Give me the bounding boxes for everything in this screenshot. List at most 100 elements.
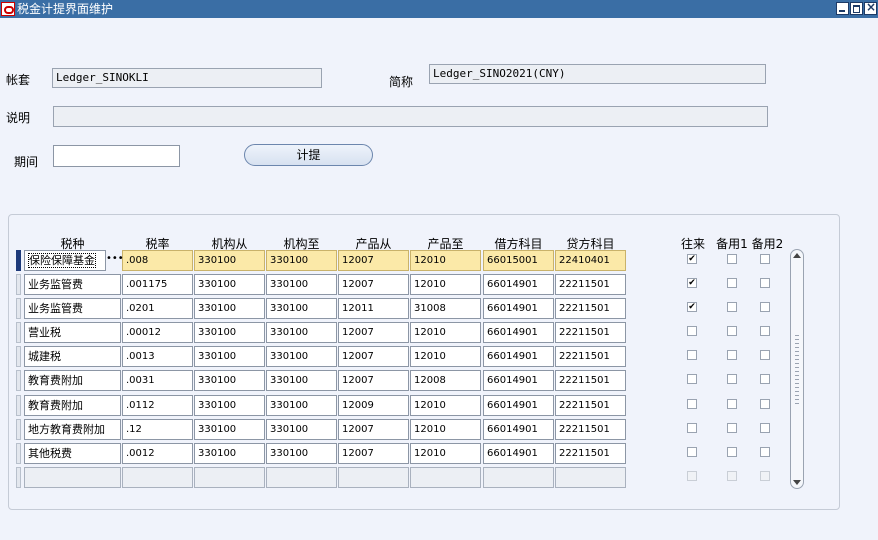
org-to-cell[interactable]: 330100 [266,346,337,367]
scroll-up-icon[interactable] [793,253,801,258]
product-to-cell[interactable]: 12010 [410,443,481,464]
debit-account-cell[interactable]: 66014901 [483,298,554,319]
spare2-checkbox[interactable] [760,350,770,360]
product-to-cell[interactable]: 12010 [410,419,481,440]
row-selector[interactable] [16,346,21,367]
org-to-cell[interactable]: 330100 [266,370,337,391]
product-from-cell[interactable]: 12007 [338,322,409,343]
debit-account-cell[interactable]: 66014901 [483,346,554,367]
org-to-cell[interactable]: 330100 [266,250,337,271]
maximize-icon[interactable] [850,2,863,15]
org-to-cell[interactable]: 330100 [266,419,337,440]
minimize-icon[interactable] [836,2,849,15]
product-to-cell[interactable]: 12010 [410,274,481,295]
tax-type-cell[interactable]: 业务监管费 [24,274,121,295]
intercompany-checkbox[interactable] [687,326,697,336]
credit-account-cell[interactable]: 22211501 [555,443,626,464]
rate-cell[interactable]: .0013 [122,346,193,367]
row-selector[interactable] [16,467,21,488]
tax-type-cell[interactable]: 其他税费 [24,443,121,464]
spare2-checkbox[interactable] [760,423,770,433]
product-from-cell[interactable]: 12007 [338,274,409,295]
product-to-cell[interactable]: 12010 [410,346,481,367]
org-from-cell[interactable]: 330100 [194,298,265,319]
debit-account-cell[interactable]: 66015001 [483,250,554,271]
org-from-cell[interactable] [194,467,265,488]
rate-cell[interactable]: .0112 [122,395,193,416]
intercompany-checkbox[interactable] [687,302,697,312]
scroll-down-icon[interactable] [793,480,801,485]
spare1-checkbox[interactable] [727,423,737,433]
debit-account-cell[interactable]: 66014901 [483,274,554,295]
credit-account-cell[interactable]: 22211501 [555,419,626,440]
rate-cell[interactable]: .0012 [122,443,193,464]
row-selector[interactable] [16,298,21,319]
org-from-cell[interactable]: 330100 [194,395,265,416]
org-to-cell[interactable]: 330100 [266,322,337,343]
product-from-cell[interactable]: 12007 [338,370,409,391]
spare2-checkbox[interactable] [760,254,770,264]
intercompany-checkbox[interactable] [687,278,697,288]
credit-account-cell[interactable]: 22211501 [555,322,626,343]
org-to-cell[interactable]: 330100 [266,443,337,464]
spare2-checkbox[interactable] [760,374,770,384]
org-from-cell[interactable]: 330100 [194,443,265,464]
tax-type-cell[interactable]: 营业税 [24,322,121,343]
org-from-cell[interactable]: 330100 [194,274,265,295]
spare2-checkbox[interactable] [760,399,770,409]
debit-account-cell[interactable]: 66014901 [483,419,554,440]
debit-account-cell[interactable]: 66014901 [483,395,554,416]
credit-account-cell[interactable]: 22211501 [555,395,626,416]
org-from-cell[interactable]: 330100 [194,370,265,391]
credit-account-cell[interactable]: 22211501 [555,274,626,295]
intercompany-checkbox[interactable] [687,399,697,409]
spare1-checkbox[interactable] [727,254,737,264]
product-from-cell[interactable]: 12007 [338,250,409,271]
debit-account-cell[interactable] [483,467,554,488]
list-of-values-button[interactable]: ••• [106,250,124,271]
scroll-thumb[interactable] [795,335,799,405]
spare1-checkbox[interactable] [727,278,737,288]
rate-cell[interactable]: .0031 [122,370,193,391]
debit-account-cell[interactable]: 66014901 [483,322,554,343]
credit-account-cell[interactable]: 22211501 [555,346,626,367]
row-selector[interactable] [16,419,21,440]
rate-cell[interactable]: .008 [122,250,193,271]
org-from-cell[interactable]: 330100 [194,322,265,343]
spare1-checkbox[interactable] [727,374,737,384]
row-selector[interactable] [16,322,21,343]
row-selector[interactable] [16,370,21,391]
org-to-cell[interactable] [266,467,337,488]
product-to-cell[interactable]: 12010 [410,322,481,343]
spare1-checkbox[interactable] [727,399,737,409]
accrue-button[interactable]: 计提 [244,144,373,166]
spare1-checkbox[interactable] [727,447,737,457]
credit-account-cell[interactable]: 22211501 [555,298,626,319]
credit-account-cell[interactable]: 22211501 [555,370,626,391]
intercompany-checkbox[interactable] [687,350,697,360]
debit-account-cell[interactable]: 66014901 [483,443,554,464]
rate-cell[interactable]: .12 [122,419,193,440]
spare1-checkbox[interactable] [727,350,737,360]
tax-type-cell[interactable]: 地方教育费附加 [24,419,121,440]
spare2-checkbox[interactable] [760,302,770,312]
tax-type-cell[interactable]: 教育费附加 [24,395,121,416]
intercompany-checkbox[interactable] [687,374,697,384]
rate-cell[interactable] [122,467,193,488]
org-to-cell[interactable]: 330100 [266,274,337,295]
product-from-cell[interactable]: 12007 [338,443,409,464]
org-from-cell[interactable]: 330100 [194,250,265,271]
ledger-field[interactable]: Ledger_SINOKLI [52,68,322,88]
rate-cell[interactable]: .0201 [122,298,193,319]
spare2-checkbox[interactable] [760,278,770,288]
product-from-cell[interactable]: 12007 [338,419,409,440]
rate-cell[interactable]: .00012 [122,322,193,343]
spare2-checkbox[interactable] [760,326,770,336]
tax-type-cell[interactable]: 城建税 [24,346,121,367]
close-icon[interactable] [864,0,877,15]
org-to-cell[interactable]: 330100 [266,298,337,319]
product-from-cell[interactable]: 12011 [338,298,409,319]
tax-type-cell[interactable]: 教育费附加 [24,370,121,391]
intercompany-checkbox[interactable] [687,447,697,457]
product-to-cell[interactable]: 12008 [410,370,481,391]
